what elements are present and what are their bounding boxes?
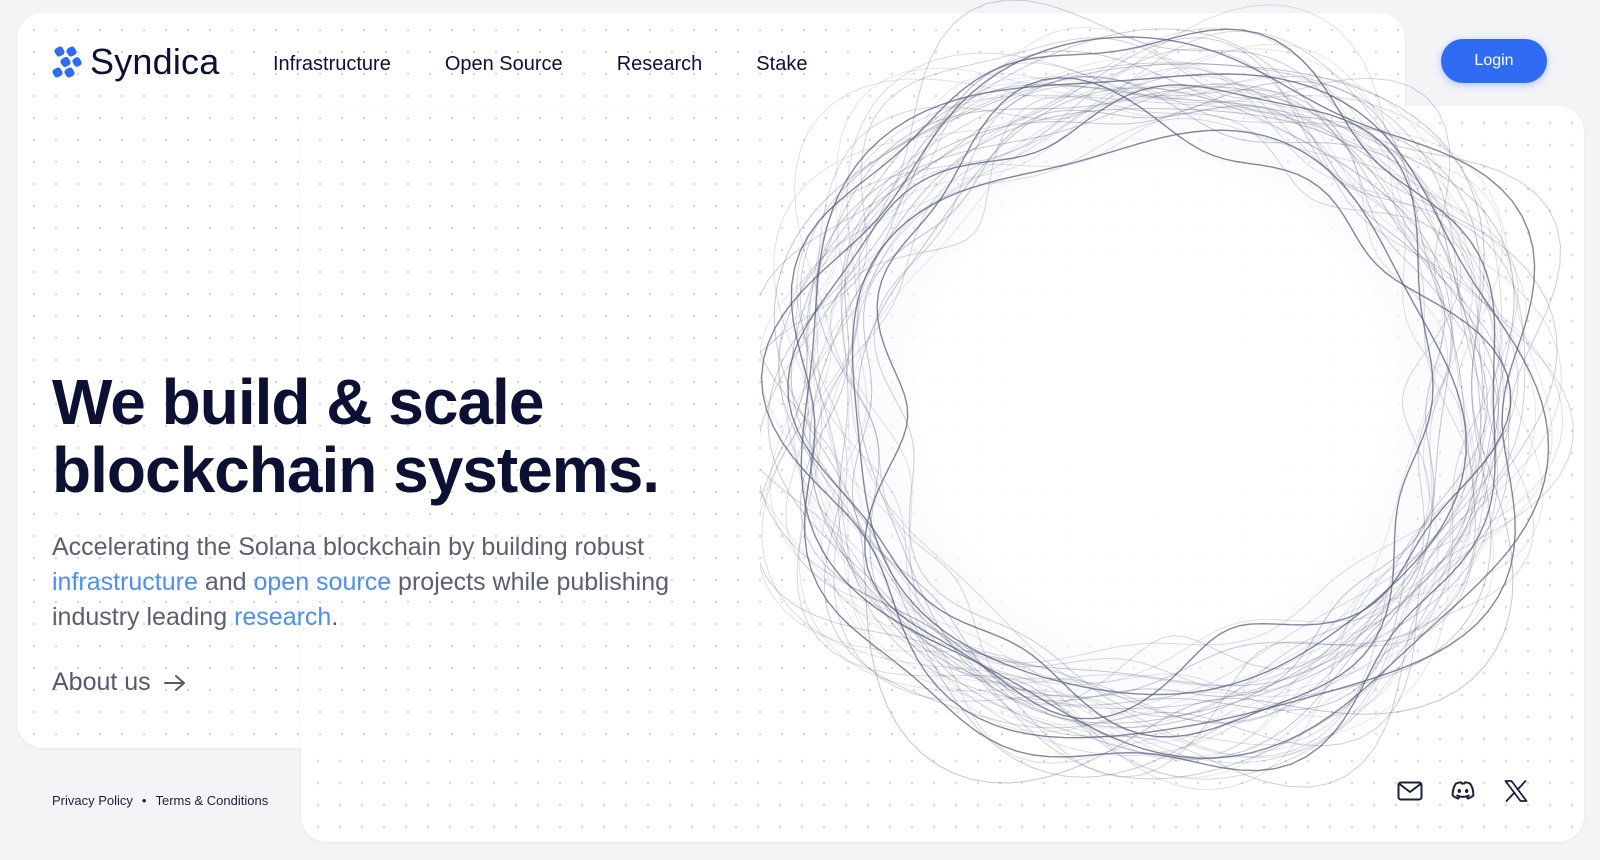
discord-button[interactable]	[1448, 776, 1478, 806]
page: Syndica Infrastructure Open Source Resea…	[0, 0, 1600, 860]
x-icon	[1504, 780, 1528, 802]
open-source-link[interactable]: open source	[254, 568, 392, 596]
nav-item-open-source[interactable]: Open Source	[445, 53, 563, 76]
hero-subtitle-text-2: and	[197, 568, 254, 596]
infrastructure-link[interactable]: infrastructure	[52, 568, 198, 596]
nav-item-infrastructure[interactable]: Infrastructure	[273, 53, 391, 76]
research-link[interactable]: research	[234, 603, 331, 631]
privacy-policy-link[interactable]: Privacy Policy	[52, 793, 133, 808]
x-button[interactable]	[1501, 776, 1531, 806]
main-nav: Infrastructure Open Source Research Stak…	[273, 53, 807, 76]
mail-icon	[1397, 781, 1423, 801]
nav-item-research[interactable]: Research	[617, 53, 703, 76]
about-us-label: About us	[52, 668, 151, 696]
terms-link[interactable]: Terms & Conditions	[155, 793, 268, 808]
discord-icon	[1451, 781, 1475, 800]
brand-name: Syndica	[90, 41, 220, 82]
mail-button[interactable]	[1395, 776, 1425, 806]
hero-subtitle-text-4: .	[331, 603, 339, 631]
brand-logo[interactable]: Syndica	[52, 44, 219, 80]
arrow-right-icon	[163, 674, 185, 691]
hero-title: We build & scale blockchain systems.	[52, 368, 772, 504]
login-button[interactable]: Login	[1441, 39, 1547, 83]
hero-title-line-1: We build & scale	[52, 366, 544, 438]
about-us-link[interactable]: About us	[52, 668, 187, 697]
hero-subtitle: Accelerating the Solana blockchain by bu…	[52, 530, 752, 635]
nav-item-stake[interactable]: Stake	[756, 53, 807, 76]
syndica-logo-icon	[52, 46, 82, 78]
footer-separator: •	[141, 793, 147, 808]
hero-title-line-2: blockchain systems.	[52, 434, 660, 506]
hero-subtitle-text-1: Accelerating the Solana blockchain by bu…	[52, 533, 645, 561]
footer-links: Privacy Policy • Terms & Conditions	[52, 793, 268, 808]
